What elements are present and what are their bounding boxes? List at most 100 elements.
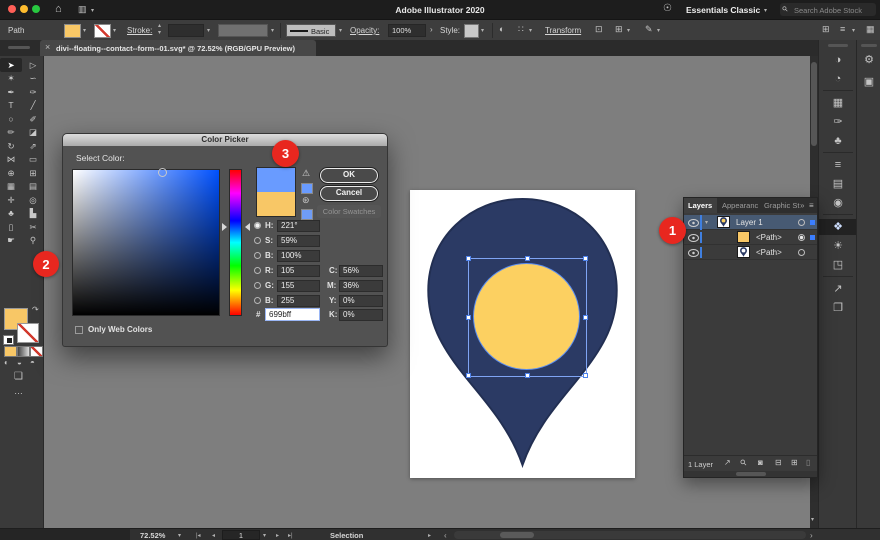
slice-tool[interactable]: ✂ — [22, 220, 44, 234]
stroke-weight-value[interactable] — [168, 24, 204, 37]
target-icon[interactable] — [798, 234, 805, 241]
radio-b[interactable] — [254, 252, 261, 259]
r-value[interactable]: 105 — [277, 265, 320, 277]
brush-dropdown[interactable]: Basic — [286, 24, 336, 37]
more-tabs-icon[interactable]: » — [800, 201, 804, 210]
brushes-icon[interactable]: ✑ — [819, 114, 857, 130]
layer-row[interactable]: <Path> — [684, 230, 817, 245]
properties-icon[interactable]: ⚙ — [857, 52, 880, 68]
y-value[interactable]: 0% — [339, 295, 383, 307]
draw-inside-icon[interactable]: ◓ — [30, 359, 35, 367]
color-guide-icon[interactable]: ◔ — [819, 71, 857, 87]
toolbar-grabber[interactable] — [8, 46, 30, 49]
visibility-eye-icon[interactable] — [688, 249, 699, 257]
first-artboard-icon[interactable]: |◂ — [196, 532, 201, 539]
prev-artboard-icon[interactable]: ◂ — [212, 532, 215, 539]
width-profile-dropdown-icon[interactable]: ▾ — [271, 27, 274, 34]
opacity-value[interactable]: 100% — [388, 24, 426, 37]
workspace-switcher[interactable]: Essentials Classic — [686, 5, 760, 15]
scale-tool[interactable]: ⇗ — [22, 139, 44, 153]
effects-icon[interactable]: ✎ — [645, 25, 653, 34]
fill-swatch[interactable] — [64, 24, 81, 38]
bounding-box-icon[interactable]: ⊡ — [595, 25, 603, 34]
status-expand-icon[interactable]: ▸ — [428, 532, 431, 539]
web-safe-color-chip[interactable] — [301, 209, 313, 220]
color-icon[interactable]: ◑ — [819, 52, 857, 68]
collect-export-icon[interactable]: ↗ — [724, 459, 731, 467]
hue-marker-left[interactable] — [222, 223, 227, 231]
default-colors-icon[interactable] — [3, 335, 14, 345]
last-artboard-icon[interactable]: ▸| — [288, 532, 293, 539]
color-field-marker[interactable] — [158, 168, 167, 177]
symbol-sprayer-tool[interactable]: ♣ — [0, 207, 22, 221]
type-tool[interactable]: T — [0, 99, 22, 113]
gradient-icon[interactable]: ▤ — [819, 176, 857, 192]
hex-input[interactable]: 699bff — [265, 308, 320, 321]
color-mode-button[interactable] — [4, 346, 17, 357]
layer-row[interactable]: <Path> — [684, 245, 817, 260]
selection-handle[interactable] — [583, 315, 588, 320]
scroll-down-icon[interactable]: ▾ — [811, 516, 814, 523]
export-icon[interactable]: ↗ — [819, 281, 857, 297]
selection-handle[interactable] — [583, 373, 588, 378]
stroke-color-well[interactable] — [17, 323, 39, 343]
target-icon[interactable] — [798, 219, 805, 226]
stroke-stepper-up-icon[interactable]: ▴ — [158, 22, 161, 29]
horizontal-scrollbar[interactable] — [454, 531, 806, 539]
pencil-tool[interactable]: ✏ — [0, 126, 22, 140]
tab-graphic-styles[interactable]: Graphic St — [764, 201, 799, 210]
panel-menu-icon[interactable]: ≡ — [809, 201, 814, 210]
visibility-eye-icon[interactable] — [688, 234, 699, 242]
libraries-icon[interactable]: ▣ — [857, 74, 880, 90]
document-tab[interactable]: × divi--floating--contact--form--01.svg*… — [40, 40, 316, 56]
expand-panel-icon[interactable]: ⊞ — [822, 25, 830, 34]
color-field[interactable] — [72, 169, 220, 316]
stroke-weight-dropdown-icon[interactable]: ▾ — [207, 27, 210, 34]
selected-art-indicator[interactable] — [810, 220, 815, 225]
b2-value[interactable]: 255 — [277, 295, 320, 307]
b-value[interactable]: 100% — [277, 250, 320, 262]
web-safe-icon[interactable]: ⊛ — [302, 196, 310, 205]
stroke-weight-link[interactable]: Stroke: — [127, 26, 152, 35]
locate-object-icon[interactable]: ⚲ — [739, 458, 749, 468]
appearance-icon[interactable]: ☀ — [819, 238, 857, 254]
selection-handle[interactable] — [525, 373, 530, 378]
radio-h[interactable] — [254, 222, 261, 229]
draw-normal-icon[interactable]: ◐ — [4, 359, 9, 367]
m-value[interactable]: 36% — [339, 280, 383, 292]
vertical-scrollbar-thumb[interactable] — [811, 62, 817, 146]
cancel-button[interactable]: Cancel — [320, 186, 378, 201]
shape-builder-tool[interactable]: ⊕ — [0, 166, 22, 180]
layers-panel-scrollbar[interactable] — [684, 471, 817, 477]
pen-tool[interactable]: ✒ — [0, 85, 22, 99]
lasso-tool[interactable]: ∽ — [22, 72, 44, 86]
tab-layers[interactable]: Layers — [684, 198, 717, 213]
radio-s[interactable] — [254, 237, 261, 244]
gradient-mode-button[interactable] — [17, 346, 30, 357]
perspective-grid-tool[interactable]: ⊞ — [22, 166, 44, 180]
s-value[interactable]: 59% — [277, 235, 320, 247]
clipping-mask-icon[interactable]: ◙ — [758, 459, 763, 467]
brush-dropdown-icon[interactable]: ▾ — [339, 27, 342, 34]
line-segment-tool[interactable]: ╱ — [22, 99, 44, 113]
swatches-icon[interactable]: ▦ — [819, 95, 857, 111]
hue-slider[interactable] — [229, 169, 242, 316]
rotate-tool[interactable]: ↻ — [0, 139, 22, 153]
ellipse-tool[interactable]: ○ — [0, 112, 22, 126]
gamut-color-chip[interactable] — [301, 183, 313, 194]
horizontal-scrollbar-thumb[interactable] — [500, 532, 534, 538]
selected-art-indicator[interactable] — [810, 235, 815, 240]
close-tab-icon[interactable]: × — [45, 43, 50, 52]
workspace-dropdown-icon[interactable]: ▾ — [764, 7, 767, 14]
gamut-warning-icon[interactable]: ⚠ — [302, 169, 310, 178]
next-artboard-icon[interactable]: ▸ — [276, 532, 279, 539]
radio-b2[interactable] — [254, 297, 261, 304]
selection-handle[interactable] — [466, 373, 471, 378]
style-dropdown-icon[interactable]: ▾ — [481, 27, 484, 34]
layer-name[interactable]: Layer 1 — [736, 218, 763, 227]
opacity-expand-icon[interactable]: › — [430, 26, 433, 34]
artboard-dropdown-icon[interactable]: ▾ — [263, 532, 266, 539]
stock-search-box[interactable]: ⚲ Search Adobe Stock — [780, 3, 876, 16]
new-sublayer-icon[interactable]: ⊟ — [775, 459, 782, 467]
layer-thumbnail[interactable] — [717, 216, 730, 228]
